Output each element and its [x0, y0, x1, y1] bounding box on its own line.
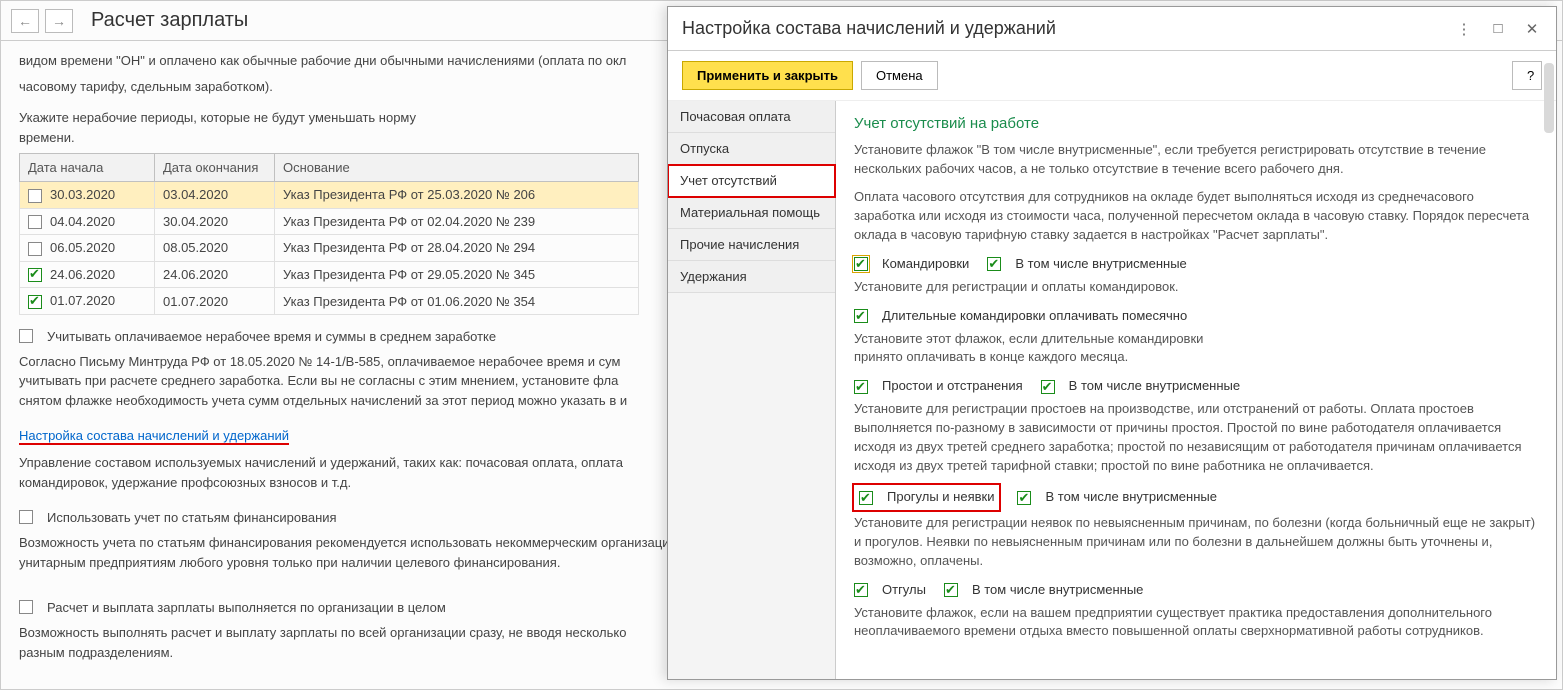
settings-modal: Настройка состава начислений и удержаний…	[667, 6, 1557, 680]
opt-idle-intrashift[interactable]: В том числе внутрисменные	[1041, 377, 1240, 396]
apply-close-button[interactable]: Применить и закрыть	[682, 61, 853, 90]
link-desc: Управление составом используемых начисле…	[19, 453, 659, 492]
table-row[interactable]: 01.07.202001.07.2020Указ Президента РФ о…	[20, 288, 639, 315]
d-longtrips: Установите этот флажок, если длительные …	[854, 330, 1234, 368]
table-row[interactable]: 06.05.202008.05.2020Указ Президента РФ о…	[20, 235, 639, 262]
table-row[interactable]: 30.03.202003.04.2020Указ Президента РФ о…	[20, 182, 639, 209]
checkbox-icon[interactable]	[28, 242, 42, 256]
checkbox-icon	[859, 491, 873, 505]
opt-idle[interactable]: Простои и отстранения	[854, 377, 1023, 396]
modal-header: Настройка состава начислений и удержаний…	[668, 7, 1556, 51]
close-icon[interactable]: ✕	[1522, 19, 1542, 39]
help-button[interactable]: ?	[1512, 61, 1542, 90]
checkbox-icon[interactable]	[28, 215, 42, 229]
fin-desc: Возможность учета по статьям финансирова…	[19, 533, 767, 572]
opt-comp[interactable]: Отгулы	[854, 581, 926, 600]
side-tabs: Почасовая оплатаОтпускаУчет отсутствийМа…	[668, 101, 836, 679]
d-absent: Установите для регистрации неявок по нев…	[854, 514, 1538, 571]
opt-trips[interactable]: Командировки	[854, 255, 969, 274]
checkbox-icon	[854, 380, 868, 394]
checkbox-icon	[944, 583, 958, 597]
d-trips: Установите для регистрации и оплаты кома…	[854, 278, 1538, 297]
side-tab-4[interactable]: Прочие начисления	[668, 229, 835, 261]
link-accruals-settings[interactable]: Настройка состава начислений и удержаний	[19, 428, 289, 445]
side-tab-2[interactable]: Учет отсутствий	[668, 165, 835, 197]
opt-trips-intrashift[interactable]: В том числе внутрисменные	[987, 255, 1186, 274]
col-basis: Основание	[275, 154, 639, 182]
opt-absent-intrashift[interactable]: В том числе внутрисменные	[1017, 488, 1216, 507]
checkbox-icon	[987, 257, 1001, 271]
cancel-button[interactable]: Отмена	[861, 61, 938, 90]
checkbox-icon[interactable]	[28, 189, 42, 203]
opt-comp-intrashift[interactable]: В том числе внутрисменные	[944, 581, 1143, 600]
maximize-icon[interactable]: □	[1488, 19, 1508, 39]
periods-table: Дата начала Дата окончания Основание 30.…	[19, 153, 639, 315]
nav-back-button[interactable]: ←	[11, 9, 39, 33]
opt-financing[interactable]: Использовать учет по статьям финансирова…	[19, 510, 767, 525]
pane-p1: Установите флажок "В том числе внутрисме…	[854, 141, 1538, 179]
checkbox-icon	[19, 329, 33, 343]
pane-p2: Оплата часового отсутствия для сотрудник…	[854, 188, 1538, 245]
checkbox-icon	[1041, 380, 1055, 394]
checkbox-icon	[854, 583, 868, 597]
d-idle: Установите для регистрации простоев на п…	[854, 400, 1538, 475]
checkbox-icon[interactable]	[28, 295, 42, 309]
table-row[interactable]: 04.04.202030.04.2020Указ Президента РФ о…	[20, 208, 639, 235]
page-title: Расчет зарплаты	[91, 9, 248, 32]
opt-absent[interactable]: Прогулы и неявки	[854, 485, 999, 510]
checkbox-icon	[1017, 491, 1031, 505]
pane-heading: Учет отсутствий на работе	[854, 113, 1538, 135]
more-icon[interactable]: ⋮	[1454, 19, 1474, 39]
side-tab-1[interactable]: Отпуска	[668, 133, 835, 165]
col-start: Дата начала	[20, 154, 155, 182]
modal-title: Настройка состава начислений и удержаний	[682, 18, 1056, 39]
whole-desc: Возможность выполнять расчет и выплату з…	[19, 623, 659, 662]
nav-forward-button[interactable]: →	[45, 9, 73, 33]
d-comp: Установите флажок, если на вашем предпри…	[854, 604, 1538, 642]
opt-longtrips[interactable]: Длительные командировки оплачивать помес…	[854, 307, 1187, 326]
side-tab-5[interactable]: Удержания	[668, 261, 835, 293]
side-tab-0[interactable]: Почасовая оплата	[668, 101, 835, 133]
pane-absence: Учет отсутствий на работе Установите фла…	[836, 101, 1556, 679]
modal-toolbar: Применить и закрыть Отмена ?	[668, 51, 1556, 101]
checkbox-icon	[854, 257, 868, 271]
checkbox-icon	[854, 309, 868, 323]
avg-desc: Согласно Письму Минтруда РФ от 18.05.202…	[19, 352, 659, 411]
intro-text-3: Укажите нерабочие периоды, которые не бу…	[19, 108, 419, 147]
checkbox-icon	[19, 600, 33, 614]
col-end: Дата окончания	[155, 154, 275, 182]
table-row[interactable]: 24.06.202024.06.2020Указ Президента РФ о…	[20, 261, 639, 288]
side-tab-3[interactable]: Материальная помощь	[668, 197, 835, 229]
checkbox-icon[interactable]	[28, 268, 42, 282]
checkbox-icon	[19, 510, 33, 524]
